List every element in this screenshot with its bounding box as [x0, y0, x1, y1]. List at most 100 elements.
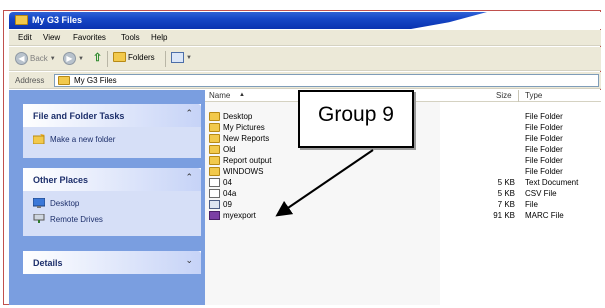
folder-icon — [209, 123, 220, 132]
panel-title: Other Places — [33, 175, 89, 185]
menu-bar: Edit View Favorites Tools Help — [9, 30, 601, 46]
place-label: Desktop — [50, 198, 80, 208]
title-bar[interactable]: My G3 Files — [9, 12, 601, 29]
folder-icon — [209, 134, 220, 143]
callout-text: Group 9 — [318, 103, 394, 126]
task-make-new-folder[interactable]: Make a new folder — [33, 134, 115, 144]
back-label: Back — [30, 54, 48, 63]
network-drive-icon — [33, 214, 45, 223]
other-places-panel: Other Places ⌃ Desktop Remote Drives — [23, 168, 201, 236]
file-size: 7 KB — [497, 200, 515, 209]
folders-button[interactable]: Folders — [113, 52, 155, 62]
column-type[interactable]: Type — [525, 91, 542, 100]
chevron-down-icon: ▼ — [186, 54, 192, 61]
file-row[interactable]: 09 7 KB File — [205, 199, 601, 210]
collapse-chevron-icon[interactable]: ⌃ — [185, 109, 193, 119]
place-desktop[interactable]: Desktop — [33, 198, 79, 208]
folders-label: Folders — [128, 52, 155, 62]
folder-icon — [15, 15, 28, 25]
file-row[interactable]: WINDOWS File Folder — [205, 166, 601, 177]
torn-edge — [411, 12, 601, 29]
back-button[interactable]: ◀ Back ▼ — [15, 52, 56, 65]
file-folder-tasks-header[interactable]: File and Folder Tasks ⌃ — [23, 104, 201, 127]
folders-icon — [113, 52, 126, 62]
collapse-chevron-icon[interactable]: ⌃ — [185, 173, 193, 183]
file-name: 04a — [223, 189, 237, 198]
forward-arrow-icon: ▶ — [63, 52, 76, 65]
views-icon — [171, 52, 184, 63]
details-header[interactable]: Details ⌄ — [23, 251, 201, 274]
chevron-down-icon: ▼ — [49, 55, 56, 62]
menu-favorites[interactable]: Favorites — [73, 33, 106, 42]
text-document-icon — [209, 178, 220, 187]
expand-chevron-icon[interactable]: ⌄ — [185, 256, 193, 266]
file-type: File Folder — [525, 145, 563, 154]
text-document-icon — [209, 189, 220, 198]
chevron-down-icon: ▼ — [78, 55, 84, 62]
panel-title: Details — [33, 258, 63, 268]
views-button[interactable]: ▼ — [171, 52, 192, 63]
folder-icon — [209, 145, 220, 154]
file-name: Old — [223, 145, 236, 154]
menu-tools[interactable]: Tools — [121, 33, 140, 42]
file-folder-tasks-panel: File and Folder Tasks ⌃ Make a new folde… — [23, 104, 201, 158]
task-label: Make a new folder — [50, 134, 116, 144]
file-type: File Folder — [525, 167, 563, 176]
file-type: Text Document — [525, 178, 579, 187]
window-title: My G3 Files — [32, 15, 83, 25]
folder-icon — [58, 76, 70, 85]
file-type: File Folder — [525, 134, 563, 143]
desktop-icon — [33, 198, 45, 208]
marc-file-icon — [209, 211, 220, 220]
callout-box: Group 9 — [298, 90, 414, 148]
task-pane: File and Folder Tasks ⌃ Make a new folde… — [9, 90, 205, 305]
address-field[interactable]: My G3 Files — [54, 74, 599, 87]
column-size[interactable]: Size — [496, 91, 512, 100]
folder-icon — [209, 167, 220, 176]
file-size: 91 KB — [493, 211, 515, 220]
file-name: New Reports — [223, 134, 270, 143]
file-name: WINDOWS — [223, 167, 264, 176]
file-row[interactable]: 04 5 KB Text Document — [205, 177, 601, 188]
file-name: My Pictures — [223, 123, 265, 132]
file-row[interactable]: Report output File Folder — [205, 155, 601, 166]
file-row[interactable]: myexport 91 KB MARC File — [205, 210, 601, 221]
new-folder-icon — [33, 134, 45, 144]
file-type: File — [525, 200, 538, 209]
details-panel: Details ⌄ — [23, 251, 201, 274]
file-type: File Folder — [525, 156, 563, 165]
file-name: myexport — [223, 211, 256, 220]
toolbar-separator — [165, 51, 166, 67]
toolbar-separator — [107, 51, 108, 67]
file-folder-tasks-body: Make a new folder — [23, 127, 201, 158]
menu-edit[interactable]: Edit — [18, 33, 32, 42]
toolbar: ◀ Back ▼ ▶ ▼ ⇧ Folders ▼ — [9, 47, 601, 71]
forward-button[interactable]: ▶ ▼ — [63, 52, 84, 65]
file-type: MARC File — [525, 211, 564, 220]
file-name: Report output — [223, 156, 272, 165]
file-icon — [209, 200, 220, 209]
column-name[interactable]: Name — [209, 91, 230, 100]
file-row[interactable]: 04a 5 KB CSV File — [205, 188, 601, 199]
folder-icon — [209, 112, 220, 121]
file-name: 09 — [223, 200, 232, 209]
file-type: File Folder — [525, 112, 563, 121]
up-folder-icon: ⇧ — [92, 52, 103, 64]
panel-title: File and Folder Tasks — [33, 111, 125, 121]
menu-help[interactable]: Help — [151, 33, 167, 42]
file-type: CSV File — [525, 189, 557, 198]
address-bar: Address My G3 Files — [9, 72, 601, 89]
other-places-header[interactable]: Other Places ⌃ — [23, 168, 201, 191]
address-value: My G3 Files — [74, 76, 117, 85]
file-name: 04 — [223, 178, 232, 187]
file-size: 5 KB — [497, 189, 515, 198]
sort-ascending-icon: ▲ — [239, 92, 245, 98]
column-divider[interactable] — [518, 90, 519, 102]
menu-view[interactable]: View — [43, 33, 60, 42]
file-name: Desktop — [223, 112, 253, 121]
place-remote-drives[interactable]: Remote Drives — [33, 214, 103, 224]
up-button[interactable]: ⇧ — [91, 52, 104, 65]
folder-icon — [209, 156, 220, 165]
file-size: 5 KB — [497, 178, 515, 187]
file-type: File Folder — [525, 123, 563, 132]
